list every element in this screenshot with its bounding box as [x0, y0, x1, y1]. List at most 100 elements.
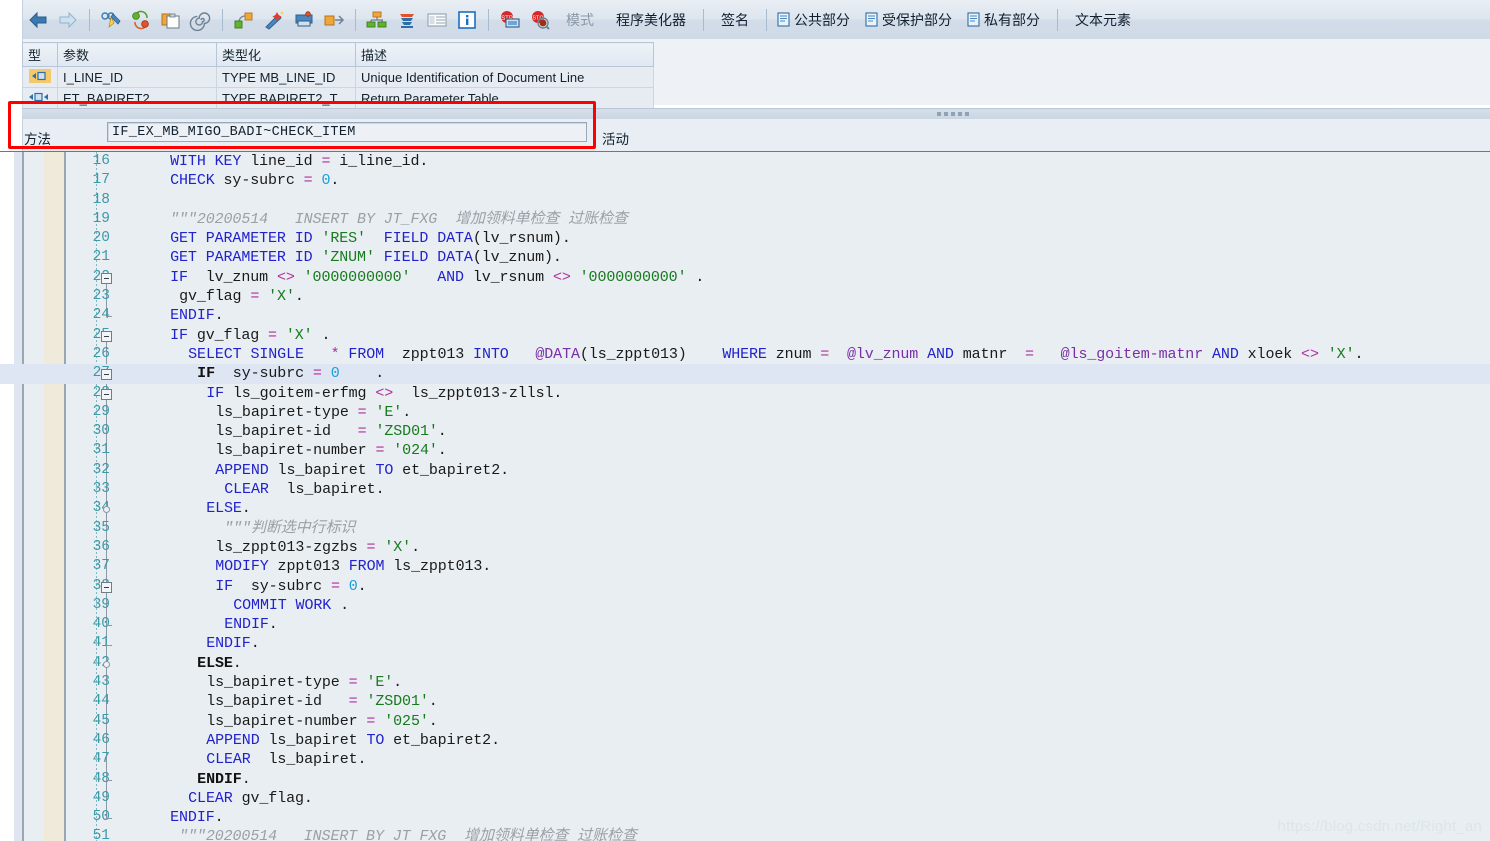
- code-line[interactable]: 49 CLEAR gv_flag.: [93, 789, 1490, 808]
- code-line[interactable]: 41 ENDIF.: [93, 634, 1490, 653]
- code-text[interactable]: ls_bapiret-id = 'ZSD01'.: [206, 692, 438, 711]
- code-text[interactable]: ls_bapiret-type = 'E'.: [206, 673, 402, 692]
- code-line[interactable]: 25IF gv_flag = 'X' .: [93, 326, 1490, 345]
- code-lines-container[interactable]: 16 WITH KEY line_id = i_line_id. 17 CHECK s…: [0, 152, 1490, 841]
- code-line[interactable]: 28IF ls_goitem-erfmg <> ls_zppt013-zllsl…: [93, 384, 1490, 403]
- fold-collapse-icon[interactable]: [101, 330, 112, 342]
- code-text[interactable]: ENDIF.: [224, 615, 278, 634]
- code-line[interactable]: 17 CHECK sy-subrc = 0.: [93, 171, 1490, 190]
- code-line[interactable]: 37 MODIFY zppt013 FROM ls_zppt013.: [93, 557, 1490, 576]
- code-text[interactable]: ls_bapiret-id = 'ZSD01'.: [215, 422, 447, 441]
- code-line[interactable]: 46 APPEND ls_bapiret TO et_bapiret2.: [93, 731, 1490, 750]
- code-text[interactable]: IF lv_znum <> '0000000000' AND lv_rsnum …: [170, 268, 704, 287]
- table-row[interactable]: I_LINE_ID TYPE MB_LINE_ID Unique Identif…: [22, 66, 654, 88]
- toolbar-text-elements-button[interactable]: 文本元素: [1064, 7, 1142, 33]
- code-line[interactable]: 43 ls_bapiret-type = 'E'.: [93, 673, 1490, 692]
- code-text[interactable]: WITH KEY line_id = i_line_id.: [170, 152, 428, 171]
- clipboard-paste-icon[interactable]: [157, 6, 185, 34]
- back-arrow-icon[interactable]: [24, 6, 52, 34]
- code-text[interactable]: ENDIF.: [170, 306, 224, 325]
- fold-collapse-icon[interactable]: [101, 581, 112, 593]
- code-line[interactable]: 47 CLEAR ls_bapiret.: [93, 750, 1490, 769]
- code-text[interactable]: APPEND ls_bapiret TO et_bapiret2.: [206, 731, 500, 750]
- code-text[interactable]: IF ls_goitem-erfmg <> ls_zppt013-zllsl.: [206, 384, 562, 403]
- code-line[interactable]: 24 ENDIF.: [93, 306, 1490, 325]
- code-line[interactable]: 31 ls_bapiret-number = '024'.: [93, 441, 1490, 460]
- code-line[interactable]: 34 ELSE.: [93, 499, 1490, 518]
- code-text[interactable]: """20200514 INSERT BY JT_FXG 增加领料单检查 过账检…: [179, 827, 637, 841]
- toolbar-mode-label[interactable]: 模式: [555, 7, 605, 33]
- code-line[interactable]: 23 gv_flag = 'X'.: [93, 287, 1490, 306]
- stop-debug-icon[interactable]: STO: [526, 6, 554, 34]
- column-header-param[interactable]: 参数: [57, 42, 217, 67]
- code-line[interactable]: 39 COMMIT WORK .: [93, 596, 1490, 615]
- pattern-icon[interactable]: [230, 6, 258, 34]
- code-text[interactable]: CLEAR ls_bapiret.: [206, 750, 366, 769]
- code-text[interactable]: ls_bapiret-number = '025'.: [206, 712, 438, 731]
- parameter-table[interactable]: 型 参数 类型化 描述 I_LINE_ID TYPE MB_LINE_ID Un…: [22, 42, 654, 109]
- code-text[interactable]: ls_bapiret-type = 'E'.: [215, 403, 411, 422]
- method-name-input[interactable]: [107, 122, 587, 142]
- code-text[interactable]: APPEND ls_bapiret TO et_bapiret2.: [215, 461, 509, 480]
- hierarchy-icon[interactable]: [363, 6, 391, 34]
- code-line[interactable]: 48 ENDIF.: [93, 770, 1490, 789]
- code-line[interactable]: 29 ls_bapiret-type = 'E'.: [93, 403, 1490, 422]
- code-text[interactable]: ELSE.: [197, 654, 242, 673]
- code-text[interactable]: IF sy-subrc = 0.: [215, 577, 366, 596]
- magic-wand-icon[interactable]: [260, 6, 288, 34]
- code-text[interactable]: ls_zppt013-zgzbs = 'X'.: [215, 538, 420, 557]
- code-line[interactable]: 26 SELECT SINGLE * FROM zppt013 INTO @DAT…: [93, 345, 1490, 364]
- toolbar-public-section-button[interactable]: 公共部分: [773, 7, 861, 33]
- code-line[interactable]: 36 ls_zppt013-zgzbs = 'X'.: [93, 538, 1490, 557]
- code-line[interactable]: 40 ENDIF.: [93, 615, 1490, 634]
- activate-icon[interactable]: [290, 6, 318, 34]
- code-line[interactable]: 33 CLEAR ls_bapiret.: [93, 480, 1490, 499]
- code-text[interactable]: GET PARAMETER ID 'ZNUM' FIELD DATA(lv_zn…: [170, 248, 562, 267]
- refresh-cycle-icon[interactable]: [127, 6, 155, 34]
- toolbar-pretty-printer-button[interactable]: 程序美化器: [605, 7, 697, 33]
- code-text[interactable]: SELECT SINGLE * FROM zppt013 INTO @DATA(…: [188, 345, 1363, 364]
- code-line[interactable]: 27IF sy-subrc = 0 .: [0, 364, 1490, 384]
- code-text[interactable]: ENDIF.: [206, 634, 260, 653]
- code-line[interactable]: 19 """20200514 INSERT BY JT_FXG 增加领料单检查 过…: [93, 210, 1490, 229]
- splitter-grip-icon[interactable]: [937, 112, 969, 116]
- code-text[interactable]: ls_bapiret-number = '024'.: [215, 441, 447, 460]
- code-line[interactable]: 16 WITH KEY line_id = i_line_id.: [93, 152, 1490, 171]
- code-line[interactable]: 22IF lv_znum <> '0000000000' AND lv_rsnu…: [93, 268, 1490, 287]
- forward-arrow-icon[interactable]: [54, 6, 82, 34]
- stack-icon[interactable]: [393, 6, 421, 34]
- info-icon[interactable]: [453, 6, 481, 34]
- code-line[interactable]: 32 APPEND ls_bapiret TO et_bapiret2.: [93, 461, 1490, 480]
- code-line[interactable]: 18: [93, 191, 1490, 210]
- list-icon[interactable]: [423, 6, 451, 34]
- code-text[interactable]: ELSE.: [206, 499, 251, 518]
- debug-screen-icon[interactable]: STP: [496, 6, 524, 34]
- column-header-typing[interactable]: 类型化: [216, 42, 356, 67]
- code-line[interactable]: 42 ELSE.: [93, 654, 1490, 673]
- display-change-icon[interactable]: [97, 6, 125, 34]
- code-line[interactable]: 30 ls_bapiret-id = 'ZSD01'.: [93, 422, 1490, 441]
- toolbar-private-section-button[interactable]: 私有部分: [963, 7, 1051, 33]
- code-line[interactable]: 44 ls_bapiret-id = 'ZSD01'.: [93, 692, 1490, 711]
- code-text[interactable]: """判断选中行标识: [224, 519, 355, 538]
- code-text[interactable]: IF gv_flag = 'X' .: [170, 326, 330, 345]
- code-line[interactable]: 20 GET PARAMETER ID 'RES' FIELD DATA(lv_r…: [93, 229, 1490, 248]
- code-text[interactable]: gv_flag = 'X'.: [179, 287, 304, 306]
- expand-icon[interactable]: [320, 6, 348, 34]
- code-line[interactable]: 38IF sy-subrc = 0.: [93, 577, 1490, 596]
- fold-marker-icon[interactable]: [103, 660, 110, 668]
- column-header-type[interactable]: 型: [22, 42, 58, 67]
- toolbar-protected-section-button[interactable]: 受保护部分: [861, 7, 963, 33]
- code-text[interactable]: ENDIF.: [197, 770, 251, 789]
- code-text[interactable]: IF sy-subrc = 0 .: [197, 364, 384, 383]
- code-line[interactable]: 45 ls_bapiret-number = '025'.: [93, 712, 1490, 731]
- fold-collapse-icon[interactable]: [101, 272, 112, 284]
- code-line[interactable]: 35 """判断选中行标识: [93, 519, 1490, 538]
- code-line[interactable]: 21 GET PARAMETER ID 'ZNUM' FIELD DATA(lv_…: [93, 248, 1490, 267]
- code-editor[interactable]: 16 WITH KEY line_id = i_line_id. 17 CHECK s…: [0, 152, 1490, 841]
- spiral-icon[interactable]: [187, 6, 215, 34]
- code-text[interactable]: MODIFY zppt013 FROM ls_zppt013.: [215, 557, 491, 576]
- table-row[interactable]: ET_BAPIRET2 TYPE BAPIRET2_T Return Param…: [22, 87, 654, 109]
- bookmark-column[interactable]: [24, 152, 44, 841]
- code-text[interactable]: ENDIF.: [170, 808, 224, 827]
